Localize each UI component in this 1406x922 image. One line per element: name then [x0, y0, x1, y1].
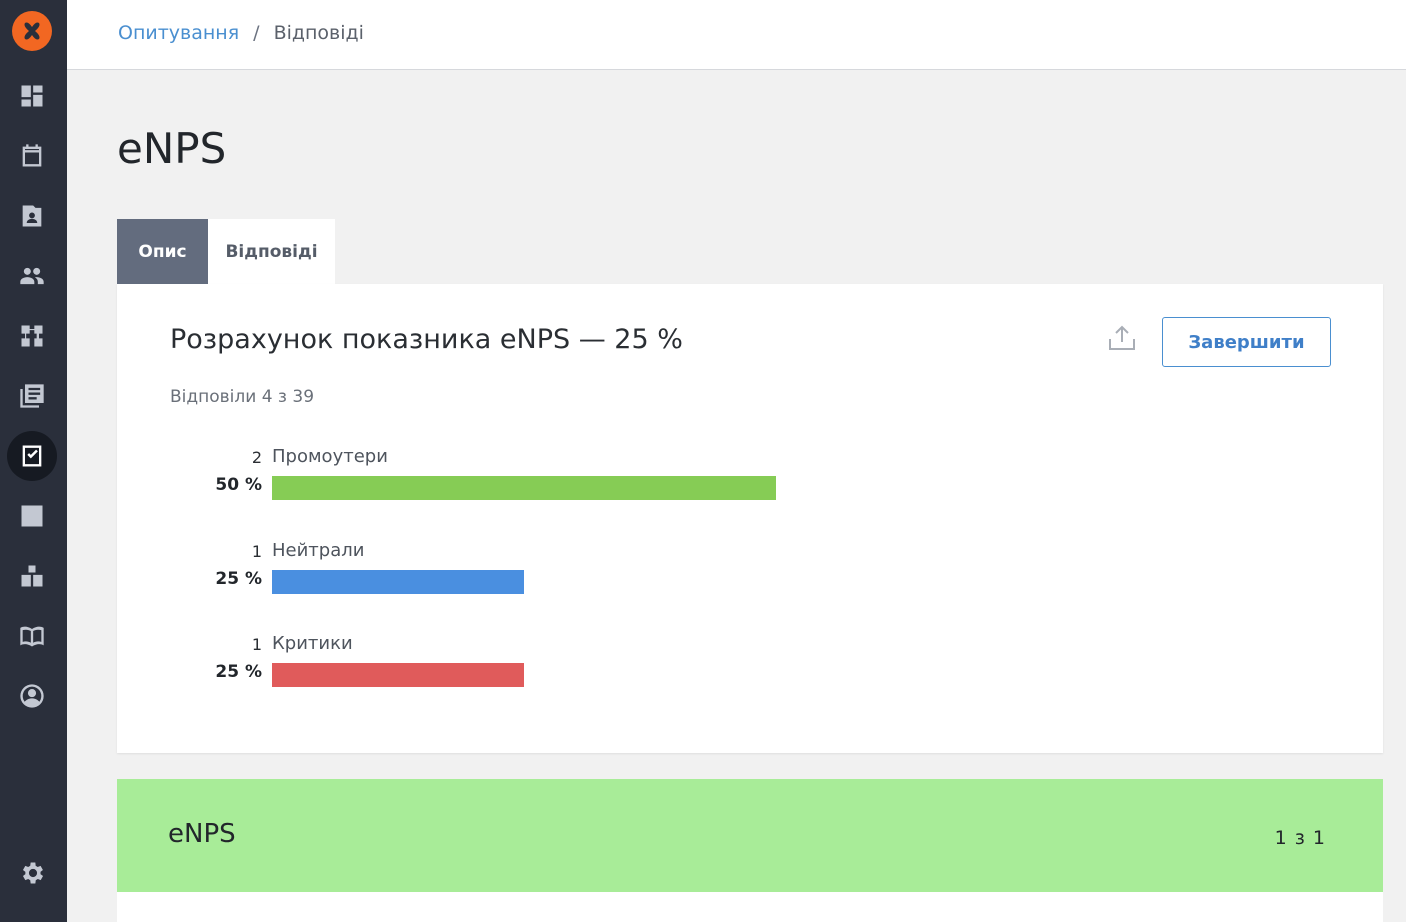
boxes-icon	[21, 565, 43, 587]
neutrals-count: 1	[251, 542, 262, 561]
people-icon	[20, 267, 44, 285]
sidebar	[0, 0, 67, 922]
detractors-bar	[272, 663, 524, 687]
detractors-percent: 25 %	[215, 662, 262, 682]
sidebar-item-surveys[interactable]	[7, 431, 57, 481]
survey-check-icon	[22, 445, 42, 467]
promoters-label: Промоутери	[272, 446, 388, 467]
neutrals-label: Нейтрали	[272, 540, 365, 561]
sidebar-item-inventory[interactable]	[7, 551, 57, 601]
neutrals-bar	[272, 570, 524, 594]
promoters-percent: 50 %	[215, 475, 262, 495]
tab-description[interactable]: Опис	[117, 219, 208, 284]
x-logo-icon	[24, 22, 40, 40]
breadcrumb-surveys-link[interactable]: Опитування	[118, 22, 239, 44]
question-counter: 1 з 1	[1274, 827, 1326, 849]
open-book-icon	[20, 626, 44, 647]
page-title: eNPS	[117, 124, 227, 173]
library-icon	[20, 384, 44, 408]
upload-icon[interactable]	[1107, 324, 1137, 352]
stat-neutrals: 1 Нейтрали 25 %	[117, 540, 1383, 602]
sidebar-item-contacts[interactable]	[7, 191, 57, 241]
sidebar-item-library[interactable]	[7, 371, 57, 421]
promoters-count: 2	[251, 448, 262, 467]
contact-card-icon	[22, 205, 42, 227]
analytics-chart-icon	[21, 505, 43, 527]
calendar-icon	[22, 144, 42, 167]
enps-score-title: Розрахунок показника eNPS — 25 %	[170, 324, 683, 355]
breadcrumb-separator: /	[253, 22, 260, 44]
enps-results-card: Розрахунок показника eNPS — 25 % Відпові…	[117, 284, 1383, 753]
question-header: eNPS 1 з 1	[117, 779, 1383, 892]
breadcrumb-current: Відповіді	[273, 22, 364, 44]
detractors-count: 1	[251, 635, 262, 654]
sidebar-item-profile[interactable]	[7, 671, 57, 721]
workflow-icon	[21, 325, 43, 347]
sidebar-item-workflow[interactable]	[7, 311, 57, 361]
neutrals-percent: 25 %	[215, 569, 262, 589]
promoters-bar	[272, 476, 776, 500]
stat-detractors: 1 Критики 25 %	[117, 633, 1383, 695]
question-body	[117, 892, 1383, 922]
gear-icon[interactable]	[19, 859, 47, 887]
breadcrumb: Опитування / Відповіді	[118, 22, 364, 44]
app-logo[interactable]	[12, 11, 52, 51]
sidebar-item-knowledge[interactable]	[7, 611, 57, 661]
sidebar-item-calendar[interactable]	[7, 131, 57, 181]
question-title: eNPS	[168, 819, 236, 849]
top-bar: Опитування / Відповіді	[67, 0, 1406, 70]
tab-bar: Опис Відповіді	[117, 219, 335, 284]
responses-count: Відповіли 4 з 39	[170, 387, 315, 407]
detractors-label: Критики	[272, 633, 353, 654]
finish-button[interactable]: Завершити	[1162, 317, 1331, 367]
account-circle-icon	[20, 684, 44, 708]
stat-promoters: 2 Промоутери 50 %	[117, 446, 1383, 508]
sidebar-item-dashboard[interactable]	[7, 71, 57, 121]
sidebar-item-analytics[interactable]	[7, 491, 57, 541]
dashboard-icon	[21, 85, 43, 107]
tab-answers[interactable]: Відповіді	[208, 219, 335, 284]
sidebar-item-people[interactable]	[7, 251, 57, 301]
